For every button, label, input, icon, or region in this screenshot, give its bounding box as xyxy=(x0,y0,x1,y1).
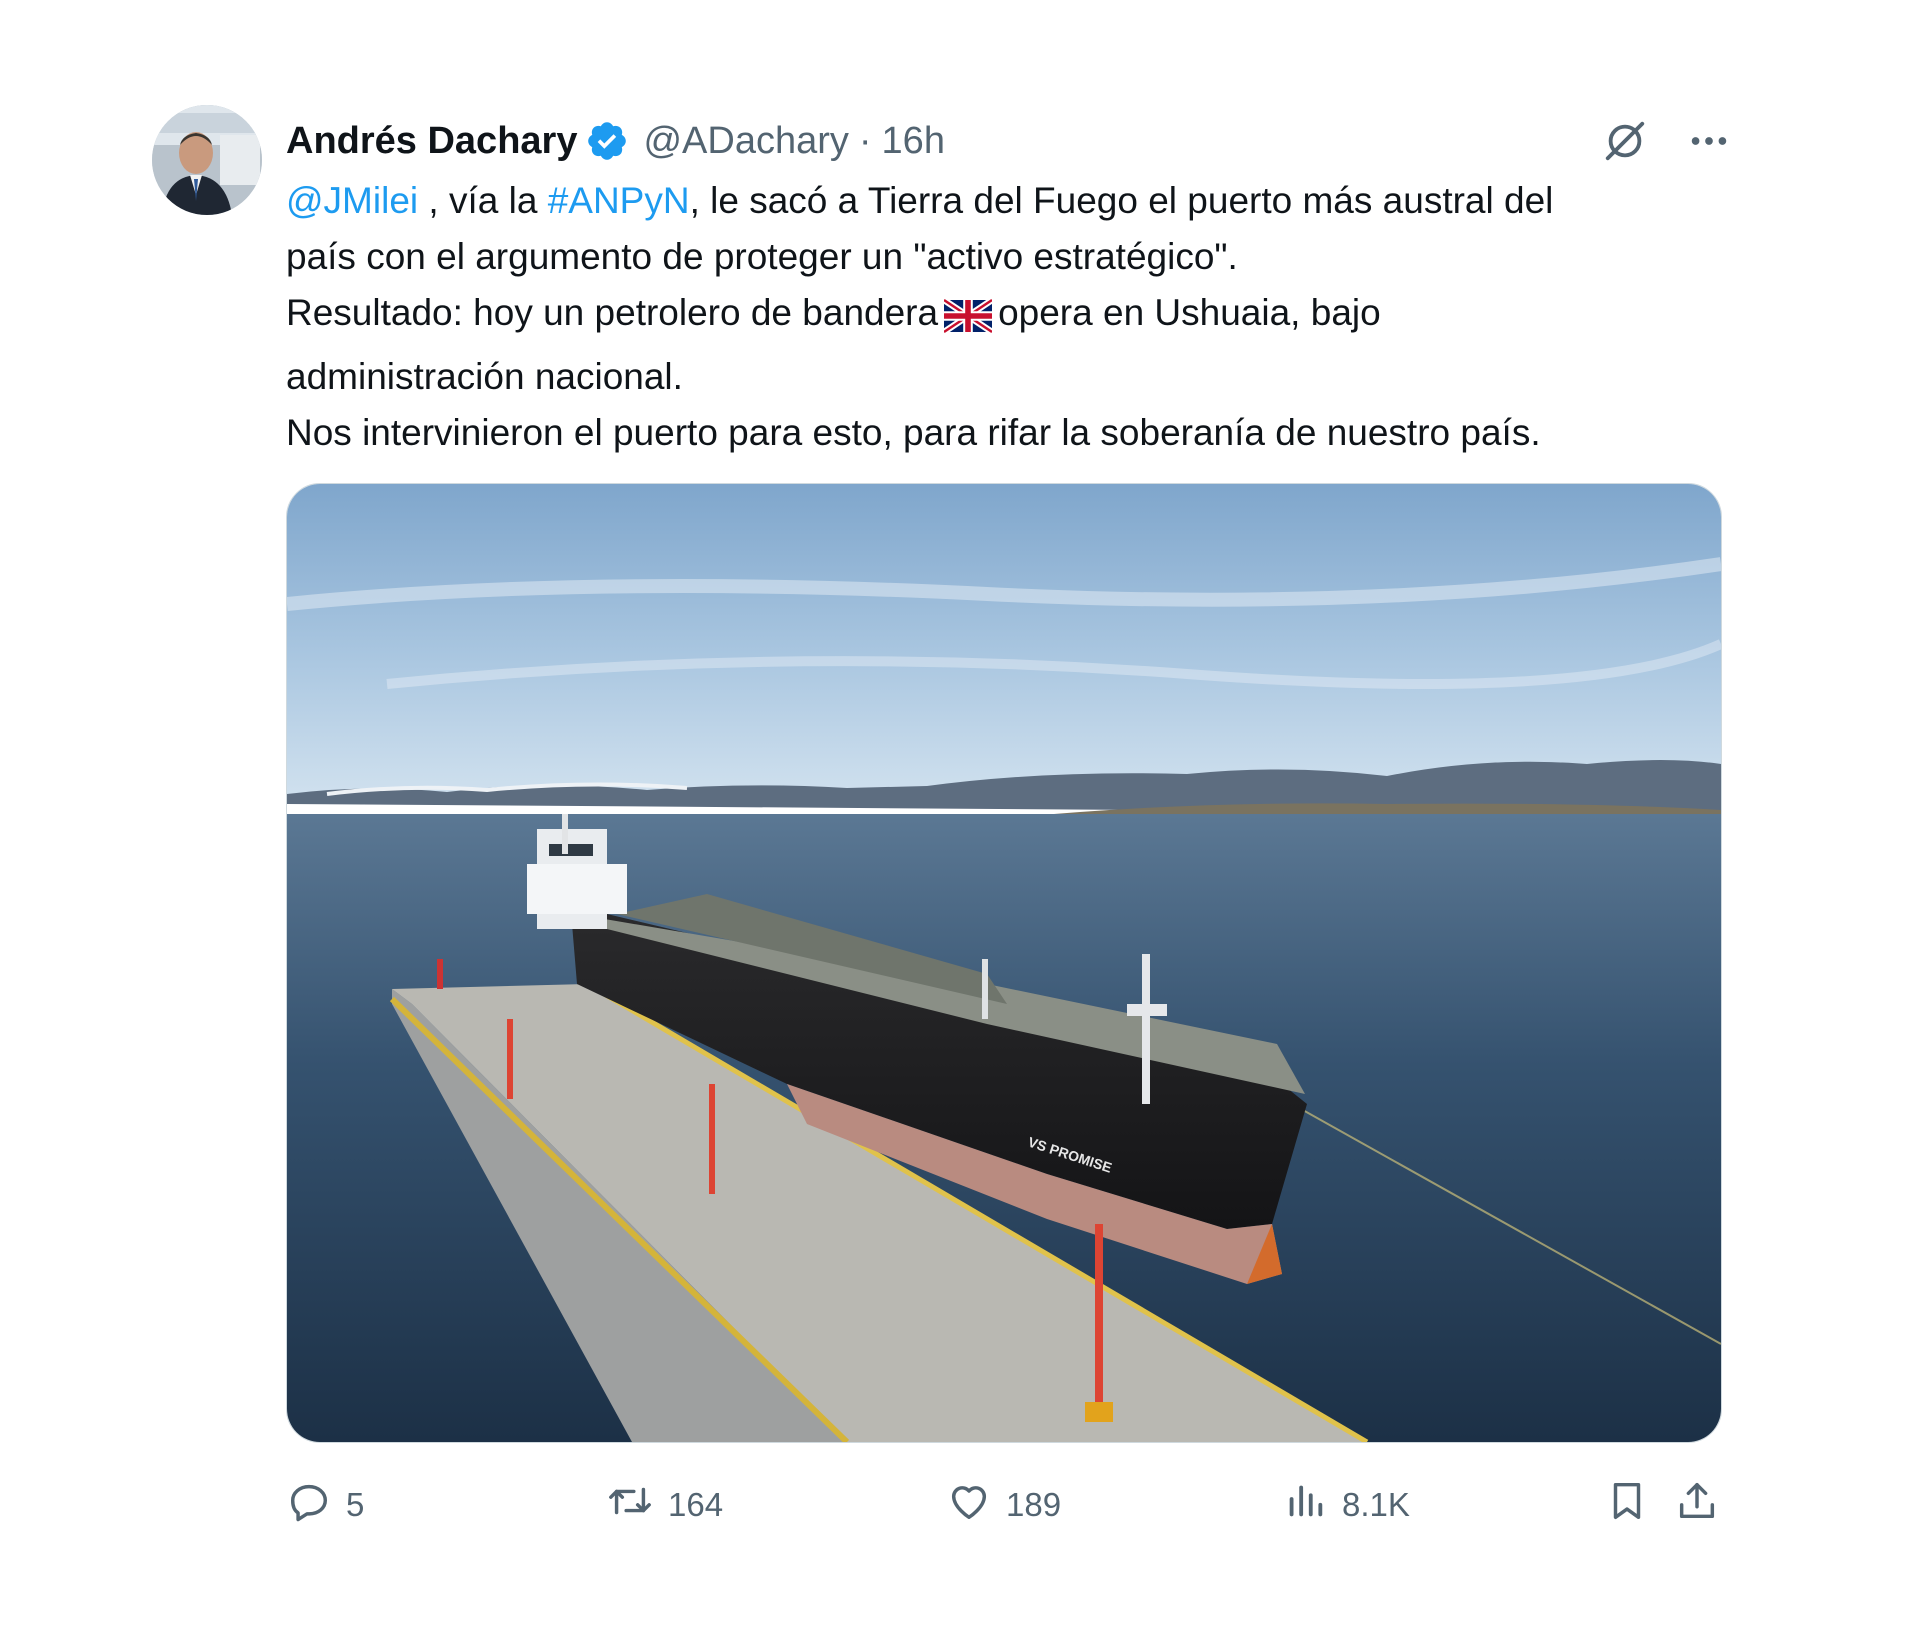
retweet-icon xyxy=(606,1478,654,1532)
heart-icon xyxy=(946,1478,992,1532)
verified-badge-icon[interactable] xyxy=(585,119,629,163)
uk-flag-icon xyxy=(942,293,994,349)
tweet-text-line: país con el argumento de proteger un "ac… xyxy=(286,236,1238,277)
avatar[interactable] xyxy=(152,105,262,215)
retweet-button[interactable]: 164 xyxy=(606,1478,723,1532)
profile-photo xyxy=(152,105,262,215)
tanker-port-photo: VS PROMISE xyxy=(287,484,1721,1442)
reply-count: 5 xyxy=(346,1486,365,1523)
tweet-actions-bar: 5 164 189 8.1K xyxy=(286,1475,1720,1535)
retweet-count: 164 xyxy=(668,1486,724,1523)
author-display-name[interactable]: Andrés Dachary xyxy=(286,120,577,163)
tweet-text: @JMilei , vía la #ANPyN, le sacó a Tierr… xyxy=(286,173,1706,461)
share-upload-icon xyxy=(1674,1478,1720,1532)
mention-link[interactable]: @JMilei xyxy=(286,180,418,221)
text-segment: , le sacó a Tierra del Fuego el puerto m… xyxy=(689,180,1554,221)
tweet-header: Andrés Dachary @ADachary · 16h xyxy=(286,113,945,169)
like-button[interactable]: 189 xyxy=(946,1478,1061,1532)
tweet-media-photo[interactable]: VS PROMISE xyxy=(286,483,1722,1443)
header-separator: · xyxy=(858,119,872,162)
share-button[interactable] xyxy=(1674,1478,1720,1532)
tweet-text-line: @JMilei , vía la #ANPyN, le sacó a Tierr… xyxy=(286,173,1706,229)
more-options-icon[interactable] xyxy=(1686,118,1732,164)
text-segment: opera en Ushuaia, bajo xyxy=(998,292,1381,333)
grok-icon[interactable] xyxy=(1602,118,1648,164)
like-count: 189 xyxy=(1006,1486,1062,1523)
bookmark-button[interactable] xyxy=(1604,1478,1650,1532)
views-count: 8.1K xyxy=(1342,1486,1410,1523)
tweet-timestamp[interactable]: 16h xyxy=(882,120,945,163)
tweet-text-line: Resultado: hoy un petrolero de bandera op… xyxy=(286,285,1706,349)
text-segment: , vía la xyxy=(418,180,548,221)
tweet-text-line: Nos intervinieron el puerto para esto, p… xyxy=(286,412,1541,453)
tweet-text-line: administración nacional. xyxy=(286,356,683,397)
reply-icon xyxy=(286,1478,332,1532)
hashtag-link[interactable]: #ANPyN xyxy=(548,180,690,221)
views-button[interactable]: 8.1K xyxy=(1282,1478,1410,1532)
header-actions xyxy=(1602,113,1732,169)
reply-button[interactable]: 5 xyxy=(286,1478,364,1532)
text-segment: Resultado: hoy un petrolero de bandera xyxy=(286,292,939,333)
bookmark-icon xyxy=(1604,1478,1650,1532)
tweet-card[interactable]: Andrés Dachary @ADachary · 16h @JMilei ,… xyxy=(152,105,1732,1565)
analytics-bar-icon xyxy=(1282,1478,1328,1532)
author-handle[interactable]: @ADachary xyxy=(643,120,848,163)
